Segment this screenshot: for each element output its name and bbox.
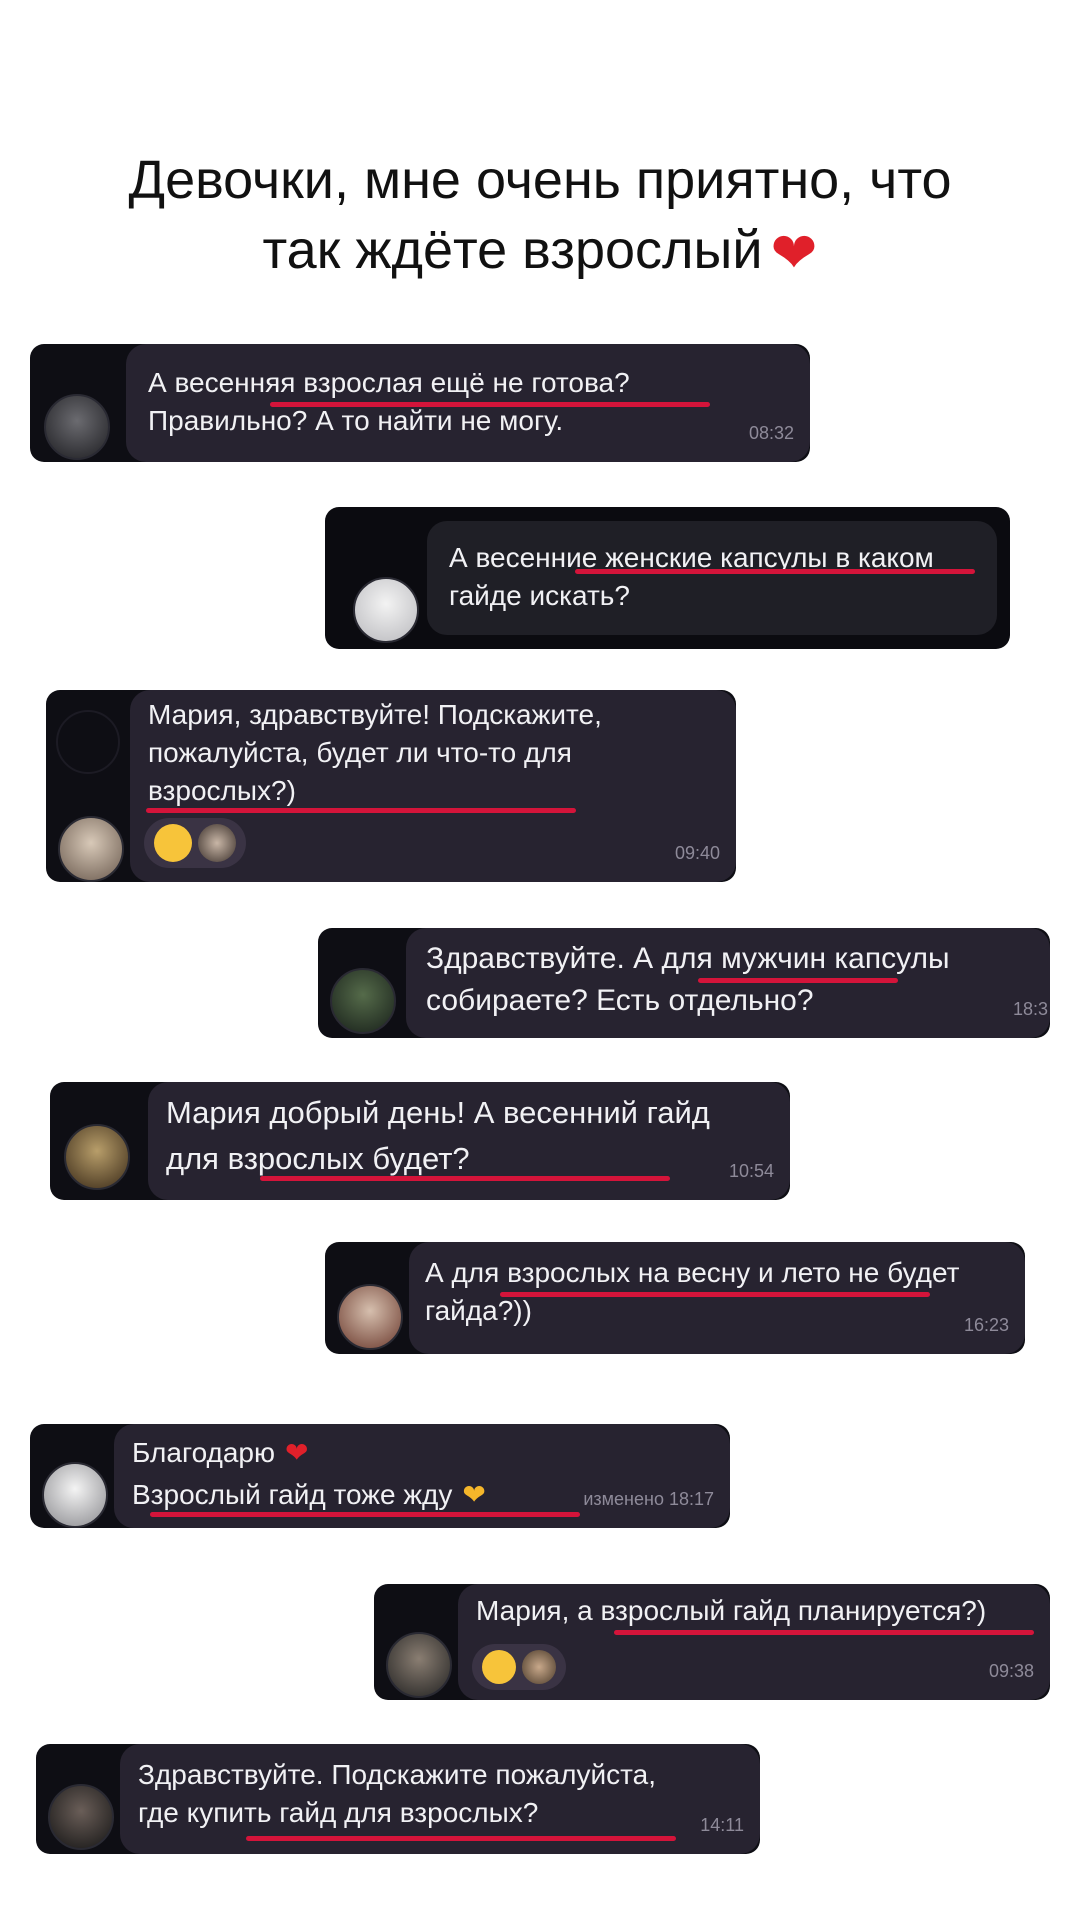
heart-hands-icon: ❤: [462, 1479, 486, 1510]
message-text-2: Взрослый гайд тоже жду: [132, 1479, 453, 1510]
message-screenshot-9: Здравствуйте. Подскажите пожалуйста, где…: [36, 1744, 760, 1854]
avatar: [42, 1462, 108, 1528]
highlight-underline: [614, 1630, 1034, 1635]
message-line-2-wrap: Взрослый гайд тоже жду ❤: [132, 1476, 486, 1514]
message-screenshot-2: А весенние женские капсулы в каком гайде…: [325, 507, 1010, 649]
message-bubble: А для взрослых на весну и лето не будет …: [409, 1242, 1025, 1354]
message-text: Мария, здравствуйте! Подскажите, пожалуй…: [148, 699, 602, 806]
avatar: [64, 1124, 130, 1190]
message-text: Мария, а взрослый гайд планируется?): [476, 1595, 987, 1626]
message-bubble: Мария, здравствуйте! Подскажите, пожалуй…: [130, 690, 736, 882]
story-caption: Девочки, мне очень приятно, что так ждёт…: [0, 145, 1080, 288]
message-screenshot-7: Благодарю ❤ Взрослый гайд тоже жду ❤ измен…: [30, 1424, 730, 1528]
avatar: [337, 1284, 403, 1350]
message-time: 14:11: [700, 1815, 744, 1835]
highlight-underline: [500, 1292, 930, 1297]
message-screenshot-1: А весенняя взрослая ещё не готова? Прави…: [30, 344, 810, 462]
avatar: [58, 816, 124, 882]
reaction-avatar: [198, 824, 236, 862]
message-time: 16:23: [963, 1315, 1009, 1335]
caption-line-2: так ждёте взрослый: [262, 220, 763, 280]
avatar: [386, 1632, 452, 1698]
message-text: Здравствуйте. Подскажите пожалуйста, где…: [138, 1759, 656, 1828]
sunglasses-face-emoji-icon: [482, 1650, 516, 1684]
highlight-underline: [246, 1836, 676, 1841]
avatar: [48, 1784, 114, 1850]
message-screenshot-3: Мария, здравствуйте! Подскажите, пожалуй…: [46, 690, 736, 882]
message-time: изменено 18:17: [583, 1489, 714, 1509]
message-time: 10:54: [728, 1161, 774, 1181]
highlight-underline: [146, 808, 576, 813]
caption-line-2-wrap: так ждёте взрослый ❤: [0, 215, 1080, 288]
highlight-underline: [575, 569, 975, 574]
message-bubble: Мария, а взрослый гайд планируется?) 09:…: [458, 1584, 1050, 1700]
message-bubble: Мария добрый день! А весенний гайд для в…: [148, 1082, 790, 1200]
message-text: Благодарю: [132, 1437, 276, 1468]
heart-icon: ❤: [285, 1437, 309, 1468]
message-text: А весенние женские капсулы в каком гайде…: [449, 542, 934, 611]
message-screenshot-8: Мария, а взрослый гайд планируется?) 09:…: [374, 1584, 1050, 1700]
message-screenshot-6: А для взрослых на весну и лето не будет …: [325, 1242, 1025, 1354]
message-text: Мария добрый день! А весенний гайд для в…: [166, 1095, 710, 1176]
highlight-underline: [260, 1176, 670, 1181]
kissing-face-emoji-icon: [154, 824, 192, 862]
avatar: [44, 394, 110, 460]
heart-icon: ❤: [770, 221, 818, 284]
message-time: 09:38: [988, 1661, 1034, 1681]
avatar: [330, 968, 396, 1034]
reactions-bar[interactable]: [144, 818, 246, 868]
highlight-underline: [698, 978, 898, 983]
reaction-avatar: [522, 1650, 556, 1684]
message-time: 09:40: [674, 843, 720, 863]
background-doodle: [56, 710, 120, 774]
caption-line-1: Девочки, мне очень приятно, что: [128, 150, 952, 210]
highlight-underline: [150, 1512, 580, 1517]
message-line-1-wrap: Благодарю ❤: [132, 1434, 308, 1472]
avatar: [353, 577, 419, 643]
message-screenshot-4: Здравствуйте. А для мужчин капсулы собир…: [318, 928, 1050, 1038]
reactions-bar[interactable]: [472, 1644, 566, 1690]
highlight-underline: [270, 402, 710, 407]
message-time: 18:3: [1012, 999, 1048, 1019]
message-bubble: А весенние женские капсулы в каком гайде…: [427, 521, 997, 635]
message-screenshot-5: Мария добрый день! А весенний гайд для в…: [50, 1082, 790, 1200]
message-bubble: Здравствуйте. А для мужчин капсулы собир…: [406, 928, 1050, 1038]
message-time: 08:32: [748, 423, 794, 443]
